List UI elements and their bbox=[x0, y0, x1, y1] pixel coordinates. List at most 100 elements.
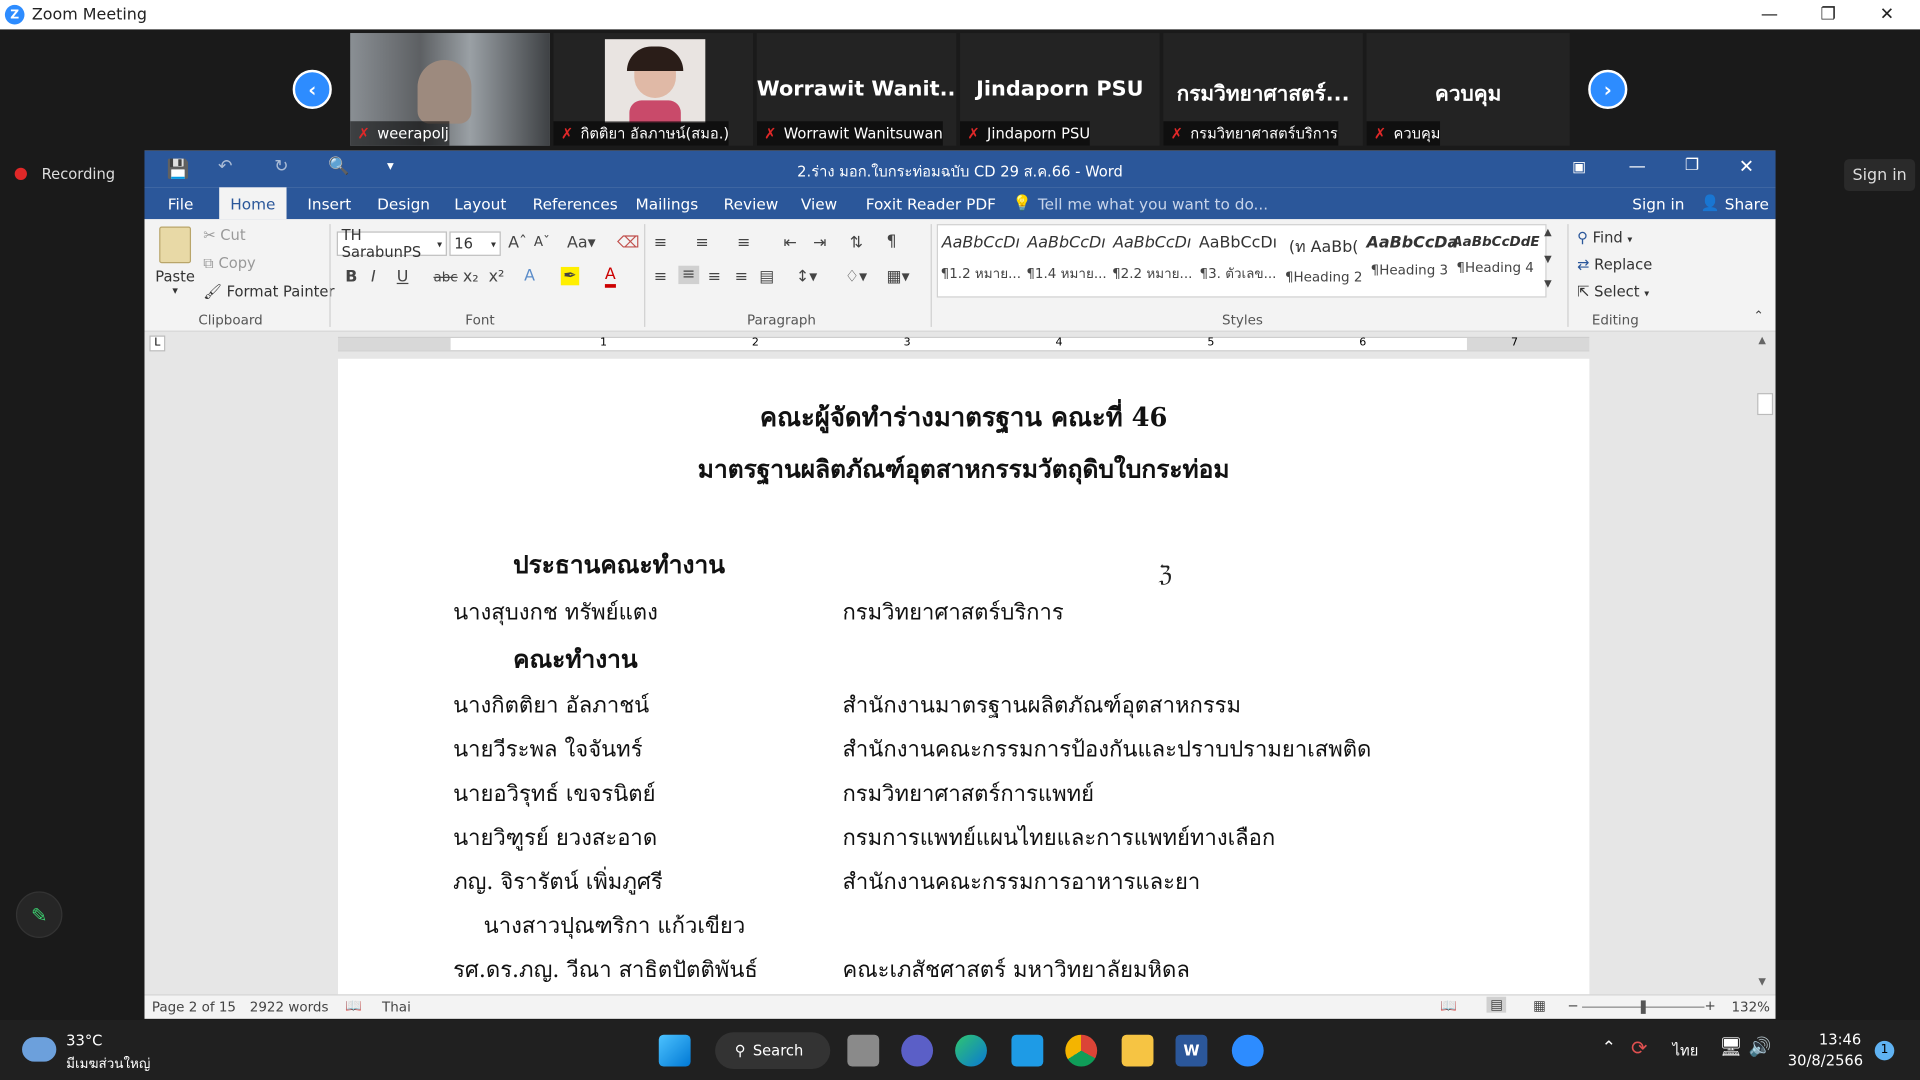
scroll-thumb[interactable] bbox=[1757, 393, 1774, 416]
language-indicator[interactable]: Thai bbox=[382, 999, 411, 1015]
chrome-icon[interactable] bbox=[1065, 1034, 1098, 1067]
shading-icon[interactable]: ♢▾ bbox=[845, 268, 867, 286]
style-item[interactable]: AaBbCcDı ¶1.2 หมาย... bbox=[938, 227, 1024, 296]
bullets-icon[interactable]: ≡ bbox=[654, 234, 667, 252]
tab-home[interactable]: Home bbox=[219, 187, 287, 220]
change-case-icon[interactable]: Aa▾ bbox=[567, 234, 596, 252]
style-item-heading-3[interactable]: AaBbCcDa ¶Heading 3 bbox=[1367, 227, 1459, 296]
paste-button[interactable]: Paste ▾ bbox=[154, 226, 196, 305]
word-close-button[interactable]: ✕ bbox=[1739, 156, 1754, 178]
zoom-slider-thumb[interactable] bbox=[1640, 1000, 1646, 1014]
increase-indent-icon[interactable]: ⇥ bbox=[813, 234, 826, 252]
input-language[interactable]: ไทย bbox=[1673, 1040, 1699, 1063]
style-item[interactable]: AaBbCcDı ¶1.4 หมาย... bbox=[1024, 227, 1110, 296]
gallery-prev-button[interactable]: ‹ bbox=[292, 69, 332, 109]
restore-button[interactable]: ❐ bbox=[1800, 0, 1856, 29]
copy-button[interactable]: ⧉ Copy bbox=[203, 255, 255, 273]
font-color-icon[interactable]: A bbox=[604, 266, 616, 288]
bold-icon[interactable]: B bbox=[345, 268, 357, 286]
style-item-heading-4[interactable]: AaBbCcDdE ¶Heading 4 bbox=[1452, 227, 1539, 296]
zoom-taskbar-icon[interactable] bbox=[1231, 1034, 1264, 1067]
style-item-heading-2[interactable]: (ท AaBb(¶Heading 2 bbox=[1281, 227, 1367, 296]
show-formatting-icon[interactable]: ¶ bbox=[887, 233, 897, 251]
superscript-icon[interactable]: x² bbox=[489, 268, 505, 286]
numbering-icon[interactable]: ≡ bbox=[696, 234, 709, 252]
weather-text[interactable]: มีเมฆส่วนใหญ่ bbox=[66, 1052, 150, 1074]
gallery-next-button[interactable]: › bbox=[1588, 69, 1628, 109]
close-button[interactable]: ✕ bbox=[1859, 0, 1915, 29]
select-button[interactable]: ⇱ Select ▾ bbox=[1577, 283, 1649, 300]
style-item[interactable]: AaBbCcDı ¶3. ตัวเลข... bbox=[1195, 227, 1281, 296]
highlight-icon[interactable]: ✒ bbox=[560, 266, 580, 286]
italic-icon[interactable]: I bbox=[371, 268, 376, 286]
tab-design[interactable]: Design bbox=[366, 187, 441, 219]
tab-review[interactable]: Review bbox=[713, 187, 790, 219]
print-layout-icon[interactable]: ▤ bbox=[1486, 996, 1507, 1013]
tab-layout[interactable]: Layout bbox=[443, 187, 517, 219]
read-mode-icon[interactable]: 📖 bbox=[1440, 998, 1457, 1014]
zoom-out-icon[interactable]: − bbox=[1567, 998, 1578, 1014]
clock-time[interactable]: 13:46 bbox=[1805, 1031, 1861, 1048]
taskbar-search[interactable]: ⚲ Search bbox=[715, 1032, 831, 1069]
align-left-icon[interactable]: ≡ bbox=[654, 268, 667, 286]
file-explorer-icon[interactable] bbox=[1121, 1034, 1154, 1067]
word-restore-button[interactable]: ❐ bbox=[1685, 157, 1699, 175]
show-hidden-icons[interactable]: ⌃ bbox=[1602, 1038, 1616, 1058]
participant-tile[interactable]: กรมวิทยาศาสตร์... ✗ กรมวิทยาศาสตร์บริการ bbox=[1163, 33, 1363, 146]
annotate-pencil-icon[interactable]: ✎ bbox=[15, 891, 63, 938]
horizontal-ruler[interactable]: L 1 2 3 4 5 6 7 bbox=[144, 331, 1776, 357]
tab-foxit[interactable]: Foxit Reader PDF bbox=[855, 187, 1007, 219]
line-spacing-icon[interactable]: ↕▾ bbox=[796, 268, 817, 286]
strikethrough-icon[interactable]: abc bbox=[433, 269, 457, 285]
clock-date[interactable]: 30/8/2566 bbox=[1788, 1052, 1863, 1069]
proofing-icon[interactable]: 📖 bbox=[345, 998, 362, 1014]
font-name-select[interactable]: TH SarabunPS ▾ bbox=[336, 227, 447, 261]
weather-temp[interactable]: 33°C bbox=[66, 1032, 102, 1049]
word-minimize-button[interactable]: — bbox=[1629, 157, 1646, 177]
styles-scroll-up-icon[interactable]: ▲ bbox=[1544, 227, 1552, 238]
style-item[interactable]: AaBbCcDı ¶2.2 หมาย... bbox=[1109, 227, 1195, 296]
multilevel-list-icon[interactable]: ≡ bbox=[737, 234, 750, 252]
styles-more-icon[interactable]: ▼ bbox=[1544, 278, 1552, 289]
teams-chat-icon[interactable] bbox=[901, 1034, 934, 1067]
borders-icon[interactable]: ▦▾ bbox=[887, 268, 910, 286]
tab-file[interactable]: File bbox=[157, 187, 205, 219]
tab-references[interactable]: References bbox=[522, 187, 629, 219]
font-size-select[interactable]: 16 ▾ bbox=[449, 231, 501, 256]
edge-icon[interactable] bbox=[955, 1034, 987, 1067]
tell-me-search[interactable]: 💡 Tell me what you want to do... bbox=[1002, 187, 1280, 219]
justify-icon[interactable]: ≡ bbox=[735, 268, 748, 286]
volume-icon[interactable]: 🔊 bbox=[1749, 1036, 1772, 1058]
web-layout-icon[interactable]: ▦ bbox=[1533, 998, 1546, 1014]
page-count[interactable]: Page 2 of 15 bbox=[152, 999, 236, 1015]
zoom-level[interactable]: 132% bbox=[1731, 999, 1770, 1015]
underline-icon[interactable]: U bbox=[397, 268, 409, 286]
align-right-icon[interactable]: ≡ bbox=[708, 268, 721, 286]
tab-selector-icon[interactable]: L bbox=[149, 335, 166, 352]
weather-cloud-icon[interactable] bbox=[22, 1037, 57, 1062]
format-painter-button[interactable]: 🖌 Format Painter bbox=[203, 283, 334, 300]
notification-badge[interactable]: 1 bbox=[1874, 1040, 1895, 1061]
shrink-font-icon[interactable]: Aˇ bbox=[534, 234, 550, 250]
word-sign-in[interactable]: Sign in bbox=[1621, 187, 1695, 219]
cut-button[interactable]: ✂ Cut bbox=[203, 227, 245, 244]
word-taskbar-icon[interactable]: W bbox=[1175, 1034, 1208, 1067]
word-count[interactable]: 2922 words bbox=[250, 999, 329, 1015]
styles-scroll-down-icon[interactable]: ▼ bbox=[1544, 253, 1552, 264]
participant-tile[interactable]: Jindaporn PSU ✗ Jindaporn PSU bbox=[960, 33, 1160, 146]
share-button[interactable]: 👤 Share bbox=[1690, 187, 1776, 219]
minimize-button[interactable]: — bbox=[1741, 0, 1797, 29]
subscript-icon[interactable]: x₂ bbox=[463, 268, 479, 286]
sync-icon[interactable]: ⟳ bbox=[1631, 1036, 1647, 1059]
recording-indicator[interactable]: Recording bbox=[14, 165, 115, 182]
document-page[interactable]: คณะผู้จัดทำร่างมาตรฐาน คณะที่ 46 มาตรฐาน… bbox=[337, 358, 1590, 996]
decrease-indent-icon[interactable]: ⇤ bbox=[784, 234, 797, 252]
network-icon[interactable]: 🖥 bbox=[1719, 1036, 1742, 1058]
distributed-icon[interactable]: ▤ bbox=[759, 268, 774, 286]
participant-tile[interactable]: Worrawit Wanit... ✗ Worrawit Wanitsuwan bbox=[756, 33, 957, 146]
app-icon[interactable] bbox=[1011, 1034, 1044, 1067]
participant-tile[interactable]: ✗ กิตติยา อัลภาษน์(สมอ.) bbox=[553, 33, 754, 146]
tab-mailings[interactable]: Mailings bbox=[624, 187, 709, 219]
find-button[interactable]: ⚲ Find ▾ bbox=[1577, 229, 1632, 246]
participant-tile[interactable]: ✗ weerapolj bbox=[350, 33, 550, 146]
